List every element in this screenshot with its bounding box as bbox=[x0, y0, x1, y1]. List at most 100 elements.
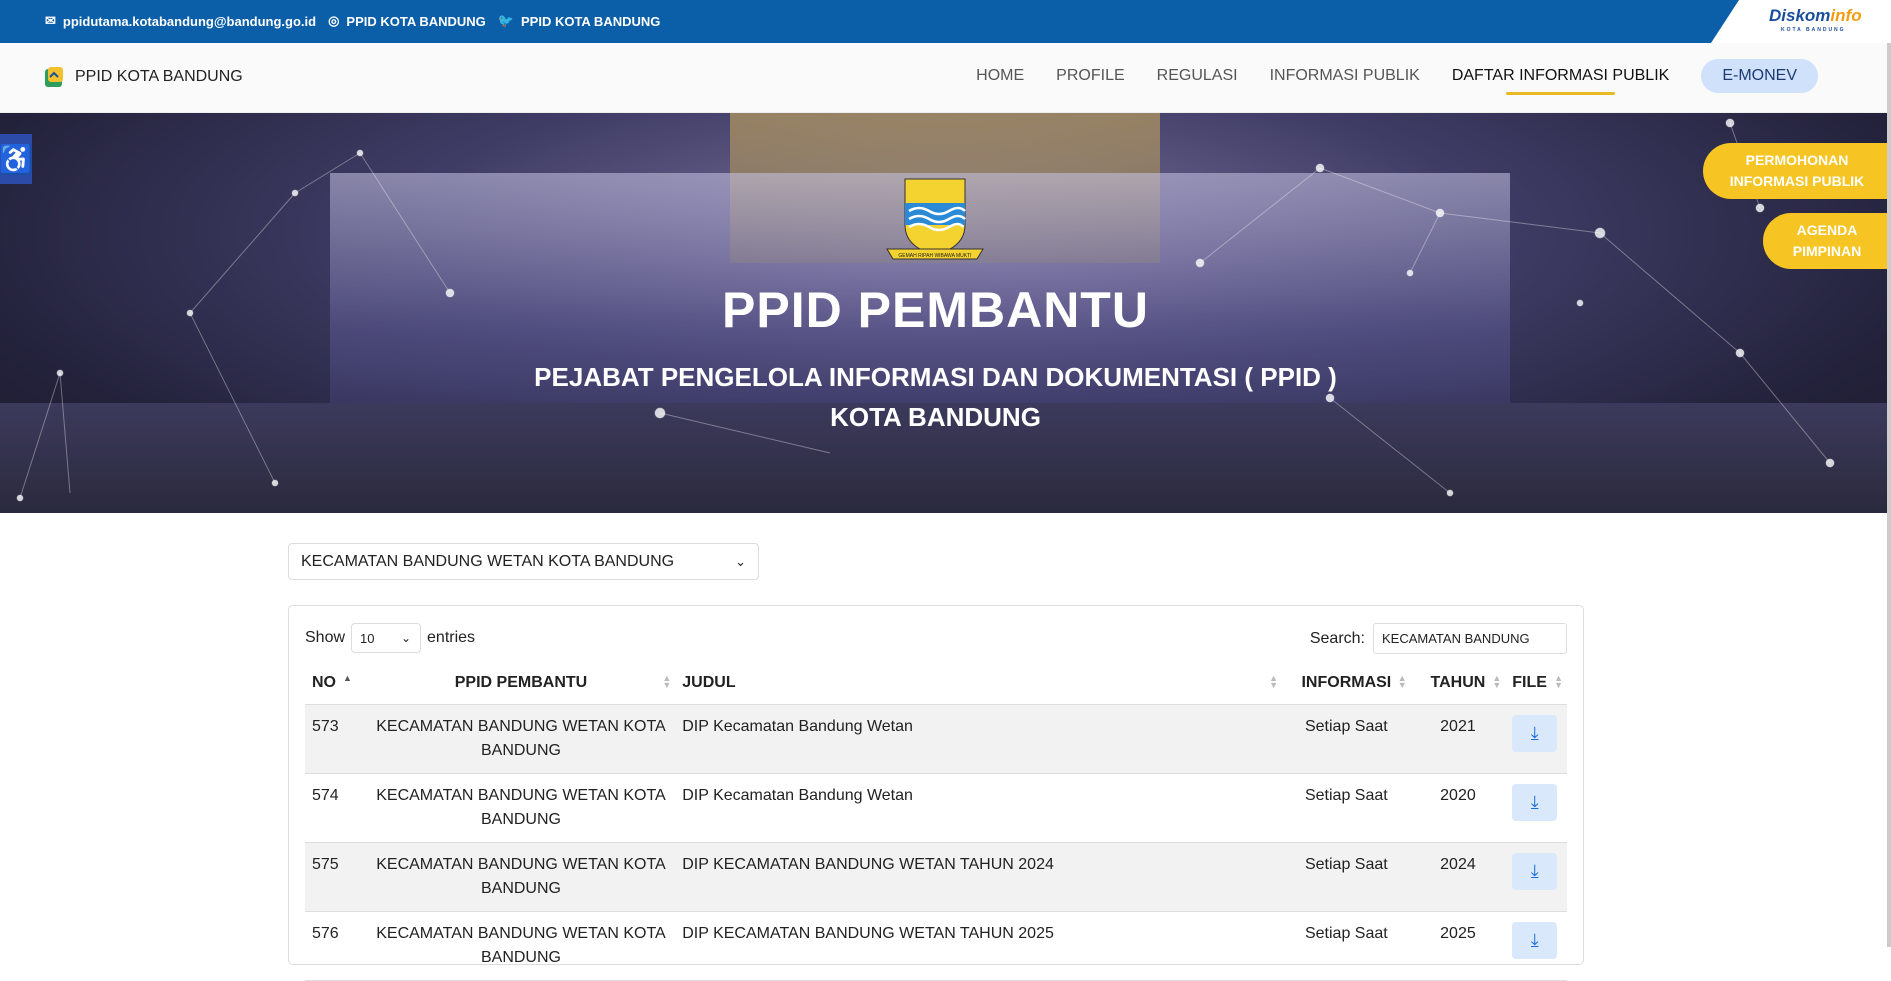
ppid-filter-value: KECAMATAN BANDUNG WETAN KOTA BANDUNG bbox=[301, 553, 675, 570]
download-button[interactable]: ⤓ bbox=[1512, 714, 1558, 752]
download-icon: ⤓ bbox=[1530, 930, 1539, 950]
crest-motto: GEMAH RIPAH WIBAWA MUKTI bbox=[898, 253, 971, 259]
page-size-select[interactable]: 10 ⌄ bbox=[351, 623, 422, 653]
twitter-text: PPID KOTA BANDUNG bbox=[520, 13, 661, 29]
nav-regulasi[interactable]: REGULASI bbox=[1157, 67, 1238, 85]
sort-icon: ▲ ▼ bbox=[1554, 673, 1563, 690]
table-row: 576 KECAMATAN BANDUNG WETAN KOTA BANDUNG… bbox=[305, 911, 1567, 981]
agenda-label-2: PIMPINAN bbox=[1792, 243, 1862, 259]
bandung-crest-icon: GEMAH RIPAH WIBAWA MUKTI bbox=[886, 178, 984, 260]
page-size-control: Show 10 ⌄ entries bbox=[305, 623, 475, 653]
nav-daftar-informasi-publik[interactable]: DAFTAR INFORMASI PUBLIK bbox=[1452, 67, 1669, 95]
diskominfo-logo[interactable]: Diskominfo KOTA BANDUNG bbox=[1711, 0, 1891, 43]
sort-icon: ▲ ▼ bbox=[1269, 673, 1279, 690]
col-file-label: FILE bbox=[1512, 673, 1547, 691]
table-row: 573 KECAMATAN BANDUNG WETAN KOTA BANDUNG… bbox=[305, 704, 1567, 774]
cell-no: 573 bbox=[305, 704, 367, 774]
sort-icon: ▲ ▼ bbox=[662, 673, 672, 690]
table-row: 574 KECAMATAN BANDUNG WETAN KOTA BANDUNG… bbox=[305, 773, 1567, 843]
sort-icon: ▲ ▼ bbox=[1492, 673, 1502, 690]
col-tahun-label: TAHUN bbox=[1430, 673, 1486, 691]
cell-informasi: Setiap Saat bbox=[1282, 773, 1411, 843]
download-icon: ⤓ bbox=[1530, 723, 1539, 743]
table-row: 575 KECAMATAN BANDUNG WETAN KOTA BANDUNG… bbox=[305, 842, 1567, 912]
agenda-label-1: AGENDA bbox=[1796, 222, 1858, 238]
cell-judul: DIP Kecamatan Bandung Wetan bbox=[675, 704, 1283, 774]
accessibility-button[interactable]: ♿ bbox=[0, 134, 34, 184]
wheelchair-icon: ♿ bbox=[0, 143, 34, 175]
emonev-button[interactable]: E-MONEV bbox=[1701, 59, 1818, 93]
hero-title: PPID PEMBANTU bbox=[722, 282, 1149, 338]
search-label: Search: bbox=[1309, 629, 1365, 647]
cell-informasi: Setiap Saat bbox=[1282, 704, 1411, 774]
sort-asc-icon: ▲ bbox=[343, 673, 352, 683]
twitter-icon: 🐦 bbox=[497, 13, 514, 28]
cell-judul: DIP Kecamatan Bandung Wetan bbox=[675, 773, 1283, 843]
logo-main-text: Diskom bbox=[1769, 6, 1831, 25]
ppid-logo-icon bbox=[45, 67, 63, 87]
entries-label: entries bbox=[427, 629, 476, 646]
download-button[interactable]: ⤓ bbox=[1512, 921, 1558, 959]
cell-no: 576 bbox=[305, 911, 367, 981]
search-input[interactable] bbox=[1373, 623, 1567, 654]
sort-icon: ▲ ▼ bbox=[1397, 673, 1407, 690]
col-ppid[interactable]: PPID PEMBANTU ▲ ▼ bbox=[366, 662, 676, 705]
nav-home[interactable]: HOME bbox=[976, 67, 1024, 85]
top-contact-bar: ✉ ppidutama.kotabandung@bandung.go.id ◎ … bbox=[0, 0, 1891, 43]
col-informasi[interactable]: INFORMASI ▲ ▼ bbox=[1282, 662, 1411, 705]
download-button[interactable]: ⤓ bbox=[1512, 852, 1558, 890]
brand-text: PPID KOTA BANDUNG bbox=[75, 68, 243, 85]
cell-judul: DIP KECAMATAN BANDUNG WETAN TAHUN 2024 bbox=[675, 842, 1283, 912]
ppid-table: NO ▲ PPID PEMBANTU ▲ ▼ JUDUL ▲ ▼ INFORMASI ▲ ▼ … bbox=[305, 662, 1567, 981]
table-search: Search: bbox=[1310, 623, 1567, 654]
hero-banner: GEMAH RIPAH WIBAWA MUKTI PPID PEMBANTU P… bbox=[0, 113, 1891, 513]
ppid-filter-select[interactable]: KECAMATAN BANDUNG WETAN KOTA BANDUNG ⌄ bbox=[288, 543, 759, 580]
logo-accent-text: info bbox=[1830, 6, 1862, 25]
cell-tahun: 2020 bbox=[1410, 773, 1506, 843]
cell-ppid: KECAMATAN BANDUNG WETAN KOTA BANDUNG bbox=[366, 911, 676, 981]
twitter-link[interactable]: 🐦 PPID KOTA BANDUNG bbox=[498, 13, 661, 29]
agenda-pimpinan-button[interactable]: AGENDA PIMPINAN bbox=[1763, 213, 1891, 269]
col-no[interactable]: NO ▲ bbox=[305, 662, 367, 705]
cell-ppid: KECAMATAN BANDUNG WETAN KOTA BANDUNG bbox=[366, 773, 676, 843]
nav-informasi-publik[interactable]: INFORMASI PUBLIK bbox=[1270, 67, 1420, 85]
data-table-card: Show 10 ⌄ entries Search: NO ▲ PPID PEMBA… bbox=[288, 605, 1584, 981]
page-scrollbar[interactable] bbox=[1887, 43, 1891, 947]
logo-sub-text: KOTA BANDUNG bbox=[1781, 27, 1846, 33]
mail-icon: ✉ bbox=[45, 13, 56, 28]
chevron-down-icon: ⌄ bbox=[735, 554, 746, 569]
nav-profile[interactable]: PROFILE bbox=[1056, 67, 1124, 85]
permohonan-informasi-button[interactable]: PERMOHONAN INFORMASI PUBLIK bbox=[1703, 143, 1891, 199]
email-link[interactable]: ✉ ppidutama.kotabandung@bandung.go.id bbox=[45, 13, 316, 29]
col-no-label: NO bbox=[312, 673, 336, 691]
col-ppid-label: PPID PEMBANTU bbox=[454, 673, 588, 691]
cell-informasi: Setiap Saat bbox=[1282, 911, 1411, 981]
instagram-link[interactable]: ◎ PPID KOTA BANDUNG bbox=[328, 13, 486, 29]
chevron-down-icon: ⌄ bbox=[400, 631, 412, 645]
col-file[interactable]: FILE ▲ ▼ bbox=[1505, 662, 1567, 705]
permohonan-label-1: PERMOHONAN bbox=[1745, 152, 1849, 168]
show-label: Show bbox=[305, 629, 346, 646]
email-text: ppidutama.kotabandung@bandung.go.id bbox=[62, 13, 317, 29]
cell-no: 574 bbox=[305, 773, 367, 843]
cell-tahun: 2024 bbox=[1410, 842, 1506, 912]
col-tahun[interactable]: TAHUN ▲ ▼ bbox=[1410, 662, 1506, 705]
hero-subtitle-line2: KOTA BANDUNG bbox=[830, 402, 1041, 432]
col-judul-label: JUDUL bbox=[682, 673, 736, 691]
brand-link[interactable]: PPID KOTA BANDUNG bbox=[43, 65, 243, 89]
cell-file: ⤓ bbox=[1505, 704, 1567, 774]
col-judul[interactable]: JUDUL ▲ ▼ bbox=[675, 662, 1283, 705]
table-header-row: NO ▲ PPID PEMBANTU ▲ ▼ JUDUL ▲ ▼ INFORMASI ▲ ▼ … bbox=[305, 662, 1567, 705]
cell-file: ⤓ bbox=[1505, 842, 1567, 912]
cell-file: ⤓ bbox=[1505, 773, 1567, 843]
cell-tahun: 2021 bbox=[1410, 704, 1506, 774]
download-icon: ⤓ bbox=[1530, 792, 1539, 812]
hero-subtitle-line1: PEJABAT PENGELOLA INFORMASI DAN DOKUMENT… bbox=[534, 362, 1337, 392]
main-navbar: PPID KOTA BANDUNG HOME PROFILE REGULASI … bbox=[0, 43, 1891, 113]
cell-no: 575 bbox=[305, 842, 367, 912]
hero-subtitle: PEJABAT PENGELOLA INFORMASI DAN DOKUMENT… bbox=[0, 357, 1871, 437]
cell-judul: DIP KECAMATAN BANDUNG WETAN TAHUN 2025 bbox=[675, 911, 1283, 981]
permohonan-label-2: INFORMASI PUBLIK bbox=[1729, 173, 1865, 189]
cell-tahun: 2025 bbox=[1410, 911, 1506, 981]
download-button[interactable]: ⤓ bbox=[1512, 783, 1558, 821]
